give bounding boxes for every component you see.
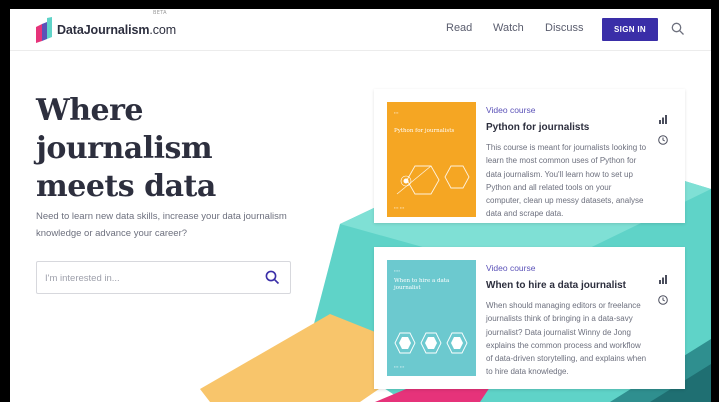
course-card-python[interactable]: ▪▪▪ Python for journalists ▪▪▪ ▪▪▪ Video… [374,89,685,223]
thumbnail-illustration [396,165,470,195]
hero-title-line: Where [36,93,143,128]
logo-text: DataJournalism.com [57,23,177,37]
search-icon[interactable] [671,22,685,36]
course-type: Video course [486,105,536,115]
nav-watch[interactable]: Watch [493,22,524,34]
course-card-hire[interactable]: ▪▪▪▪ When to hire a data journalist ▪▪▪ … [374,247,685,389]
beta-badge: BETA [153,10,167,16]
course-thumbnail[interactable]: ▪▪▪ Python for journalists ▪▪▪ ▪▪▪ [387,102,476,217]
course-title[interactable]: When to hire a data journalist [486,280,626,291]
clock-icon [658,295,668,305]
course-description: When should managing editors or freelanc… [486,301,647,377]
level-bars-icon [659,115,667,124]
logo[interactable]: DataJournalism.com [36,17,176,43]
clock-icon [658,135,668,145]
thumbnail-illustration [394,332,468,354]
nav-read[interactable]: Read [446,22,472,34]
site-header: DataJournalism.com BETA Read Watch Discu… [10,9,711,51]
course-thumbnail[interactable]: ▪▪▪▪ When to hire a data journalist ▪▪▪ … [387,260,476,376]
hero-title: Where journalism meets data [36,92,266,206]
sign-in-button[interactable]: SIGN IN [602,18,658,41]
hero-subtitle: Need to learn new data skills, increase … [36,211,287,239]
course-title[interactable]: Python for journalists [486,122,589,133]
interest-search-box[interactable] [36,261,291,294]
course-type: Video course [486,263,536,273]
search-icon[interactable] [265,270,280,285]
interest-search-input[interactable] [45,270,250,286]
nav-discuss[interactable]: Discuss [545,22,584,34]
hero-title-line: journalism [36,131,213,166]
hero-title-line: meets data [36,169,216,204]
level-bars-icon [659,275,667,284]
course-description: This course is meant for journalists loo… [486,143,647,219]
logo-icon [36,17,52,43]
page: DataJournalism.com BETA Read Watch Discu… [10,9,711,402]
